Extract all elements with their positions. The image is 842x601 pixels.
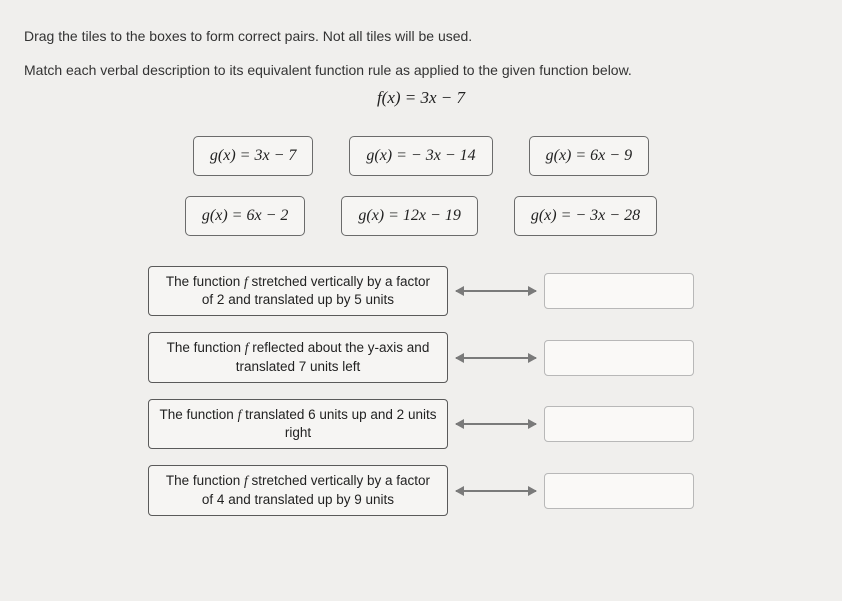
drop-zone-1[interactable]	[544, 273, 694, 309]
double-arrow-icon	[456, 357, 536, 359]
tiles-row-2: g(x) = 6x − 2 g(x) = 12x − 19 g(x) = − 3…	[24, 196, 818, 236]
drop-zone-2[interactable]	[544, 340, 694, 376]
match-row-2: The function f reflected about the y-axi…	[148, 332, 694, 382]
given-function: f(x) = 3x − 7	[24, 88, 818, 108]
match-row-1: The function f stretched vertically by a…	[148, 266, 694, 316]
match-area: The function f stretched vertically by a…	[24, 266, 818, 516]
desc-text: The function	[166, 274, 244, 289]
tiles-row-1: g(x) = 3x − 7 g(x) = − 3x − 14 g(x) = 6x…	[24, 136, 818, 176]
desc-text: The function	[166, 473, 244, 488]
tile-4[interactable]: g(x) = 6x − 2	[185, 196, 305, 236]
tile-5[interactable]: g(x) = 12x − 19	[341, 196, 477, 236]
description-box-4: The function f stretched vertically by a…	[148, 465, 448, 515]
drop-zone-4[interactable]	[544, 473, 694, 509]
desc-text: The function	[167, 340, 245, 355]
description-box-1: The function f stretched vertically by a…	[148, 266, 448, 316]
tile-6[interactable]: g(x) = − 3x − 28	[514, 196, 657, 236]
match-row-3: The function f translated 6 units up and…	[148, 399, 694, 449]
description-box-2: The function f reflected about the y-axi…	[148, 332, 448, 382]
drop-zone-3[interactable]	[544, 406, 694, 442]
prompt-text: Match each verbal description to its equ…	[24, 62, 818, 78]
tile-3[interactable]: g(x) = 6x − 9	[529, 136, 649, 176]
tile-1[interactable]: g(x) = 3x − 7	[193, 136, 313, 176]
tile-2[interactable]: g(x) = − 3x − 14	[349, 136, 492, 176]
tiles-area: g(x) = 3x − 7 g(x) = − 3x − 14 g(x) = 6x…	[24, 136, 818, 236]
description-box-3: The function f translated 6 units up and…	[148, 399, 448, 449]
desc-text: The function	[160, 407, 238, 422]
desc-text: reflected about the y-axis and translate…	[236, 340, 430, 373]
instruction-text: Drag the tiles to the boxes to form corr…	[24, 28, 818, 44]
match-row-4: The function f stretched vertically by a…	[148, 465, 694, 515]
double-arrow-icon	[456, 490, 536, 492]
double-arrow-icon	[456, 290, 536, 292]
desc-text: translated 6 units up and 2 units right	[241, 407, 436, 440]
double-arrow-icon	[456, 423, 536, 425]
